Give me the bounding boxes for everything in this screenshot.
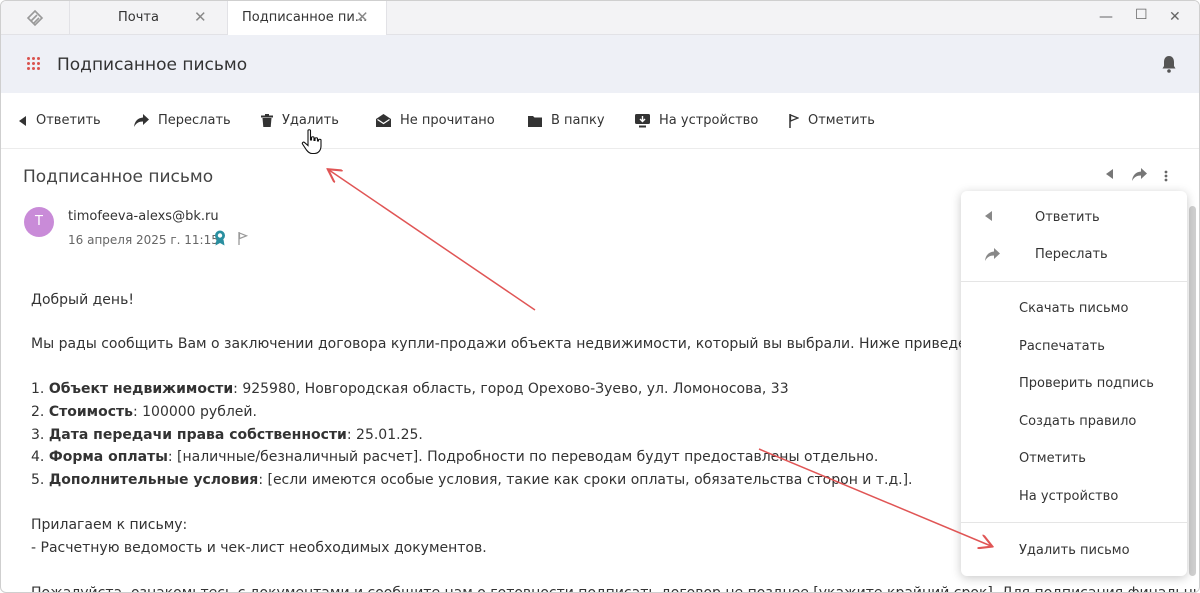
reply-icon (19, 115, 26, 126)
move-to-folder-button-label: В папку (551, 113, 605, 128)
page-header: Подписанное письмо (1, 35, 1199, 93)
bell-icon[interactable] (1161, 55, 1177, 73)
tab-signed-letter-label: Подписанное пи... (242, 10, 368, 25)
attachments-title: Прилагаем к письму: (31, 517, 188, 533)
menu-item-download[interactable]: Скачать письмо (961, 291, 1187, 327)
title-bar: Почта ✕ Подписанное пи... ✕ — ☐ ✕ (1, 1, 1199, 36)
message-options-menu: Ответить Переслать Скачать письмо Распеч… (961, 191, 1187, 576)
app-window: Почта ✕ Подписанное пи... ✕ — ☐ ✕ Подпис… (0, 0, 1200, 593)
folder-icon (528, 115, 542, 127)
tab-mail-label: Почта (118, 10, 159, 25)
window-close-icon[interactable]: ✕ (1169, 9, 1181, 25)
menu-item-create-rule[interactable]: Создать правило (961, 404, 1187, 440)
close-icon[interactable]: ✕ (194, 8, 207, 26)
menu-item-label: Создать правило (1019, 414, 1137, 429)
list-item: 5. Дополнительные условия: [если имеются… (31, 472, 913, 488)
envelope-open-icon (376, 114, 391, 127)
trash-icon (261, 114, 273, 127)
signature-badge-icon[interactable] (214, 230, 226, 246)
tab-signed-letter[interactable]: Подписанное пи... ✕ (227, 1, 387, 36)
forward-button[interactable]: Переслать (134, 113, 231, 128)
message-subject: Подписанное письмо (23, 167, 214, 187)
app-logo-icon (26, 9, 44, 27)
forward-icon (134, 114, 149, 127)
reply-button[interactable]: Ответить (19, 113, 101, 128)
intro-text: Мы рады сообщить Вам о заключении догово… (31, 336, 1008, 352)
page-title: Подписанное письмо (57, 55, 248, 75)
list-item: 2. Стоимость: 100000 рублей. (31, 404, 257, 420)
greeting-text: Добрый день! (31, 292, 134, 308)
menu-item-label: Скачать письмо (1019, 301, 1129, 316)
mark-button-label: Отметить (808, 113, 875, 128)
message-toolbar: Ответить Переслать Удалить Не прочитано … (1, 93, 1199, 149)
menu-item-mark[interactable]: Отметить (961, 441, 1187, 477)
menu-item-delete[interactable]: Удалить письмо (961, 533, 1187, 569)
flag-icon[interactable] (238, 232, 248, 245)
reply-icon[interactable] (1106, 169, 1114, 179)
mark-unread-button[interactable]: Не прочитано (376, 113, 495, 128)
menu-item-label: На устройство (1019, 489, 1119, 504)
forward-icon[interactable] (1132, 168, 1147, 181)
mark-button[interactable]: Отметить (789, 113, 875, 128)
menu-item-label: Ответить (1035, 210, 1100, 225)
apps-grid-icon[interactable] (27, 57, 41, 71)
reply-icon (985, 211, 992, 221)
message-date: 16 апреля 2025 г. 11:15 (68, 233, 219, 247)
menu-divider (961, 281, 1187, 282)
delete-button-label: Удалить (282, 113, 339, 128)
list-item: 3. Дата передачи права собственности: 25… (31, 427, 423, 443)
menu-item-label: Распечатать (1019, 339, 1105, 354)
closing-text: Пожалуйста, ознакомьтесь с документами и… (31, 585, 1200, 593)
reply-button-label: Ответить (36, 113, 101, 128)
menu-divider (961, 522, 1187, 523)
tab-mail[interactable]: Почта ✕ (69, 1, 227, 35)
hand-cursor-icon (301, 129, 322, 155)
minimize-icon[interactable]: — (1099, 9, 1113, 25)
more-options-icon[interactable] (1164, 170, 1168, 182)
delete-button[interactable]: Удалить (261, 113, 339, 128)
menu-item-forward[interactable]: Переслать (961, 237, 1187, 273)
avatar: T (24, 207, 54, 237)
menu-item-save-to-device[interactable]: На устройство (961, 479, 1187, 515)
maximize-icon[interactable]: ☐ (1135, 7, 1148, 23)
flag-icon (789, 113, 799, 128)
forward-icon (985, 248, 1000, 261)
menu-item-reply[interactable]: Ответить (961, 200, 1187, 236)
save-to-device-button-label: На устройство (659, 113, 759, 128)
menu-item-label: Удалить письмо (1019, 543, 1130, 558)
forward-button-label: Переслать (158, 113, 231, 128)
attachment-item: - Расчетную ведомость и чек-лист необход… (31, 540, 487, 556)
mark-unread-button-label: Не прочитано (400, 113, 495, 128)
menu-item-label: Отметить (1019, 451, 1086, 466)
menu-item-label: Проверить подпись (1019, 376, 1154, 391)
move-to-folder-button[interactable]: В папку (528, 113, 605, 128)
annotation-arrow-to-delete (329, 170, 536, 311)
save-to-device-button[interactable]: На устройство (635, 113, 758, 128)
menu-item-label: Переслать (1035, 247, 1108, 262)
menu-item-print[interactable]: Распечатать (961, 329, 1187, 365)
download-device-icon (635, 113, 650, 127)
list-item: 1. Объект недвижимости: 925980, Новгород… (31, 381, 789, 397)
sender-email[interactable]: timofeeva-alexs@bk.ru (68, 209, 219, 224)
list-item: 4. Форма оплаты: [наличные/безналичный р… (31, 449, 879, 465)
scrollbar[interactable] (1189, 206, 1196, 576)
menu-item-verify-signature[interactable]: Проверить подпись (961, 366, 1187, 402)
close-icon[interactable]: ✕ (356, 8, 369, 26)
